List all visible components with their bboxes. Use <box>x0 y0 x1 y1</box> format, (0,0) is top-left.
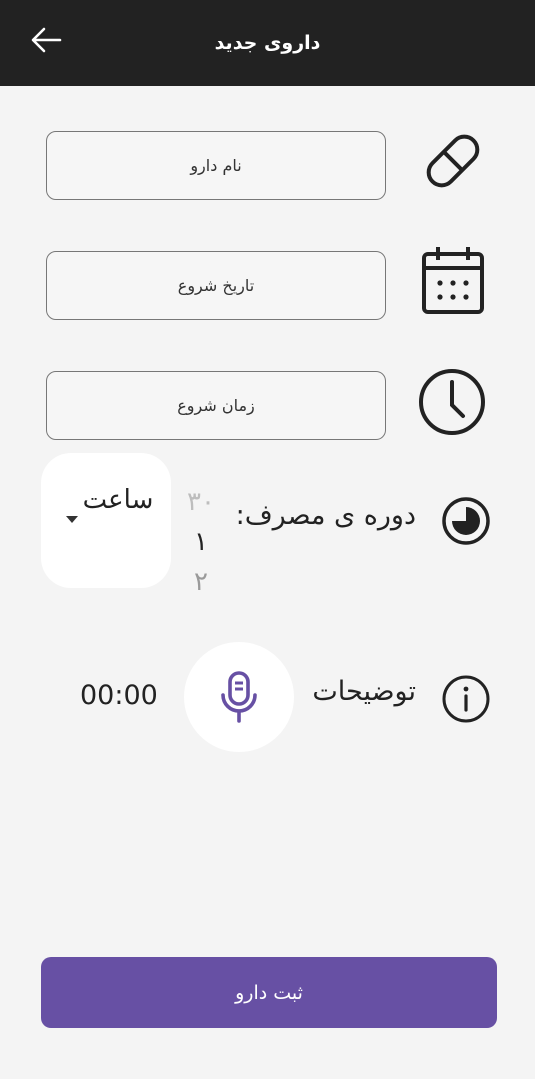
start-date-field[interactable]: تاریخ شروع <box>46 251 386 320</box>
picker-value-next[interactable]: ۲ <box>180 562 222 602</box>
record-button[interactable] <box>184 642 294 752</box>
calendar-icon <box>422 247 484 314</box>
notes-label: توضیحات <box>312 676 416 707</box>
timelapse-icon <box>442 497 490 545</box>
start-time-placeholder: زمان شروع <box>177 396 255 415</box>
drug-name-field[interactable]: نام دارو <box>46 131 386 200</box>
recording-timer: 00:00 <box>80 680 158 711</box>
start-date-placeholder: تاریخ شروع <box>177 276 255 295</box>
period-label: دوره ی مصرف: <box>235 500 416 531</box>
drug-name-placeholder: نام دارو <box>190 156 242 175</box>
period-unit-value[interactable]: ساعت <box>78 478 158 522</box>
start-time-field[interactable]: زمان شروع <box>46 371 386 440</box>
submit-label: ثبت دارو <box>235 981 303 1004</box>
submit-drug-button[interactable]: ثبت دارو <box>41 957 497 1028</box>
picker-value-selected[interactable]: ۱ <box>180 522 222 562</box>
pill-icon <box>426 134 480 188</box>
picker-value-prev[interactable]: ۳۰ <box>180 482 222 522</box>
dropdown-arrow-icon[interactable] <box>66 516 78 523</box>
period-number-picker[interactable]: ۳۰ ۱ ۲ <box>180 482 222 602</box>
microphone-icon <box>221 671 257 723</box>
info-icon <box>442 675 490 723</box>
app-bar: داروی جدید <box>0 0 535 86</box>
page-title: داروی جدید <box>214 32 321 54</box>
clock-icon <box>419 369 485 435</box>
